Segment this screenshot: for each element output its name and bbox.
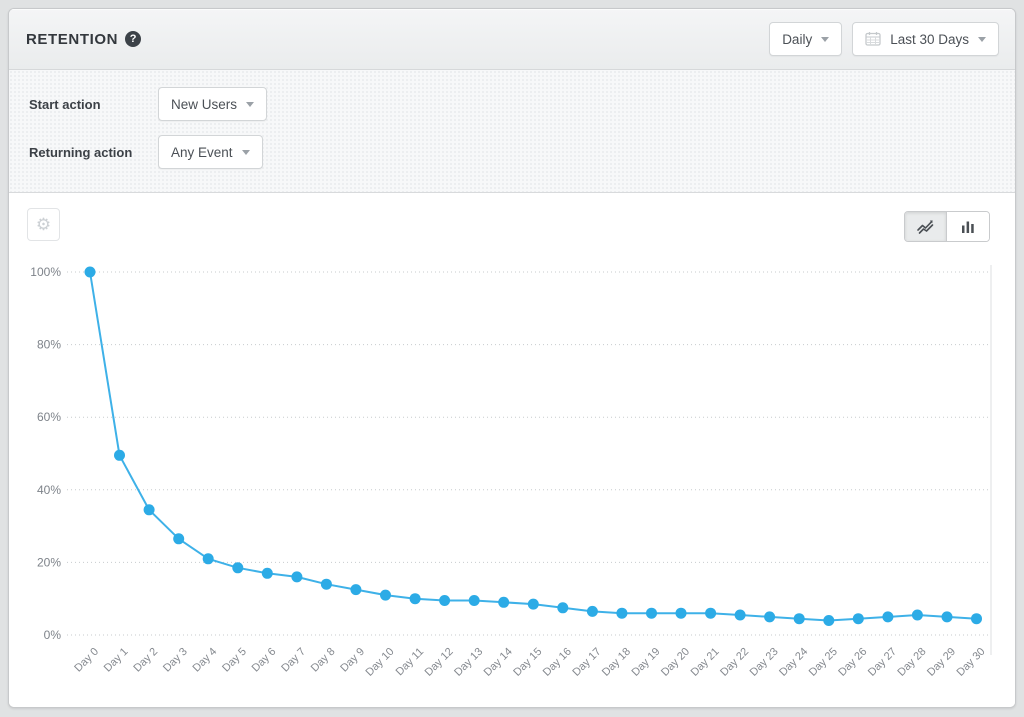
start-action-row: Start action New Users bbox=[29, 87, 1015, 121]
data-point bbox=[794, 613, 805, 624]
data-point bbox=[735, 610, 746, 621]
x-axis-tick-label: Day 10 bbox=[363, 646, 396, 679]
x-axis-labels: Day 0Day 1Day 2Day 3Day 4Day 5Day 6Day 7… bbox=[72, 646, 987, 679]
returning-action-label: Returning action bbox=[29, 145, 158, 160]
x-axis-tick-label: Day 4 bbox=[191, 646, 220, 675]
x-axis-tick-label: Day 28 bbox=[895, 646, 928, 679]
x-axis-tick-label: Day 18 bbox=[600, 646, 633, 679]
x-axis-tick-label: Day 17 bbox=[570, 646, 603, 679]
filters-section: Start action New Users Returning action … bbox=[9, 70, 1015, 193]
data-point bbox=[85, 267, 96, 278]
x-axis-tick-label: Day 29 bbox=[925, 646, 958, 679]
data-point bbox=[764, 611, 775, 622]
data-point bbox=[380, 590, 391, 601]
data-point bbox=[232, 562, 243, 573]
header: RETENTION ? Daily bbox=[9, 9, 1015, 70]
data-point bbox=[912, 610, 923, 621]
data-point bbox=[469, 595, 480, 606]
y-axis-tick-label: 0% bbox=[44, 628, 62, 642]
x-axis-tick-label: Day 1 bbox=[102, 646, 131, 675]
data-point bbox=[528, 599, 539, 610]
help-icon[interactable]: ? bbox=[125, 31, 141, 47]
x-axis-tick-label: Day 19 bbox=[629, 646, 662, 679]
calendar-icon bbox=[865, 31, 881, 46]
returning-action-dropdown[interactable]: Any Event bbox=[158, 135, 263, 169]
x-axis-tick-label: Day 21 bbox=[689, 646, 722, 679]
data-point bbox=[853, 613, 864, 624]
data-point bbox=[616, 608, 627, 619]
chevron-down-icon bbox=[978, 37, 986, 42]
chart-panel: ⚙ 100%80%60%40%20%0%Day 0Day 1Day 2Day 3… bbox=[9, 193, 1015, 707]
y-axis-tick-label: 100% bbox=[30, 265, 61, 279]
x-axis-tick-label: Day 23 bbox=[748, 646, 781, 679]
data-point bbox=[439, 595, 450, 606]
y-axis-tick-label: 20% bbox=[37, 555, 61, 569]
x-axis-tick-label: Day 14 bbox=[482, 646, 515, 679]
x-axis-tick-label: Day 8 bbox=[309, 646, 338, 675]
data-point bbox=[144, 504, 155, 515]
x-axis-tick-label: Day 27 bbox=[866, 646, 899, 679]
x-axis-tick-label: Day 7 bbox=[279, 646, 308, 675]
data-point bbox=[262, 568, 273, 579]
data-point bbox=[646, 608, 657, 619]
x-axis-tick-label: Day 3 bbox=[161, 646, 190, 675]
interval-dropdown-value: Daily bbox=[782, 32, 812, 47]
data-points bbox=[85, 267, 983, 627]
start-action-label: Start action bbox=[29, 97, 158, 112]
x-axis-tick-label: Day 30 bbox=[954, 646, 987, 679]
x-axis-tick-label: Day 0 bbox=[72, 646, 101, 675]
x-axis-tick-label: Day 13 bbox=[452, 646, 485, 679]
retention-report-card: RETENTION ? Daily bbox=[8, 8, 1016, 708]
data-point bbox=[705, 608, 716, 619]
data-point bbox=[971, 613, 982, 624]
returning-action-value: Any Event bbox=[171, 145, 233, 160]
x-axis-tick-label: Day 26 bbox=[836, 646, 869, 679]
retention-line bbox=[90, 272, 977, 621]
start-action-value: New Users bbox=[171, 97, 237, 112]
data-point bbox=[410, 593, 421, 604]
x-axis-tick-label: Day 16 bbox=[541, 646, 574, 679]
x-axis-tick-label: Day 11 bbox=[394, 646, 427, 679]
title-wrap: RETENTION ? bbox=[26, 31, 141, 48]
chevron-down-icon bbox=[821, 37, 829, 42]
data-point bbox=[942, 611, 953, 622]
x-axis-tick-label: Day 5 bbox=[220, 646, 249, 675]
data-point bbox=[557, 602, 568, 613]
data-point bbox=[203, 553, 214, 564]
x-axis-tick-label: Day 20 bbox=[659, 646, 692, 679]
x-axis-tick-label: Day 25 bbox=[807, 646, 840, 679]
date-range-dropdown-value: Last 30 Days bbox=[890, 32, 969, 47]
chevron-down-icon bbox=[242, 150, 250, 155]
retention-line-chart: 100%80%60%40%20%0%Day 0Day 1Day 2Day 3Da… bbox=[9, 193, 1015, 707]
data-point bbox=[350, 584, 361, 595]
x-axis-tick-label: Day 15 bbox=[511, 646, 544, 679]
y-axis-tick-label: 80% bbox=[37, 338, 61, 352]
y-gridlines: 100% 80% 60% 40% 20% 0% bbox=[30, 265, 991, 642]
returning-action-row: Returning action Any Event bbox=[29, 135, 1015, 169]
x-axis-tick-label: Day 2 bbox=[131, 646, 160, 675]
data-point bbox=[321, 579, 332, 590]
data-point bbox=[676, 608, 687, 619]
x-axis-tick-label: Day 22 bbox=[718, 646, 751, 679]
x-axis-tick-label: Day 12 bbox=[423, 646, 456, 679]
chevron-down-icon bbox=[246, 102, 254, 107]
page-title: RETENTION bbox=[26, 31, 118, 48]
data-point bbox=[823, 615, 834, 626]
data-point bbox=[498, 597, 509, 608]
y-axis-tick-label: 60% bbox=[37, 410, 61, 424]
data-point bbox=[173, 533, 184, 544]
x-axis-tick-label: Day 24 bbox=[777, 646, 810, 679]
y-axis-tick-label: 40% bbox=[37, 483, 61, 497]
start-action-dropdown[interactable]: New Users bbox=[158, 87, 267, 121]
data-point bbox=[114, 450, 125, 461]
data-point bbox=[587, 606, 598, 617]
data-point bbox=[882, 611, 893, 622]
interval-dropdown[interactable]: Daily bbox=[769, 22, 842, 56]
data-point bbox=[291, 571, 302, 582]
header-controls: Daily Last 30 Days bbox=[769, 22, 999, 56]
date-range-dropdown[interactable]: Last 30 Days bbox=[852, 22, 999, 56]
x-axis-tick-label: Day 6 bbox=[250, 646, 279, 675]
